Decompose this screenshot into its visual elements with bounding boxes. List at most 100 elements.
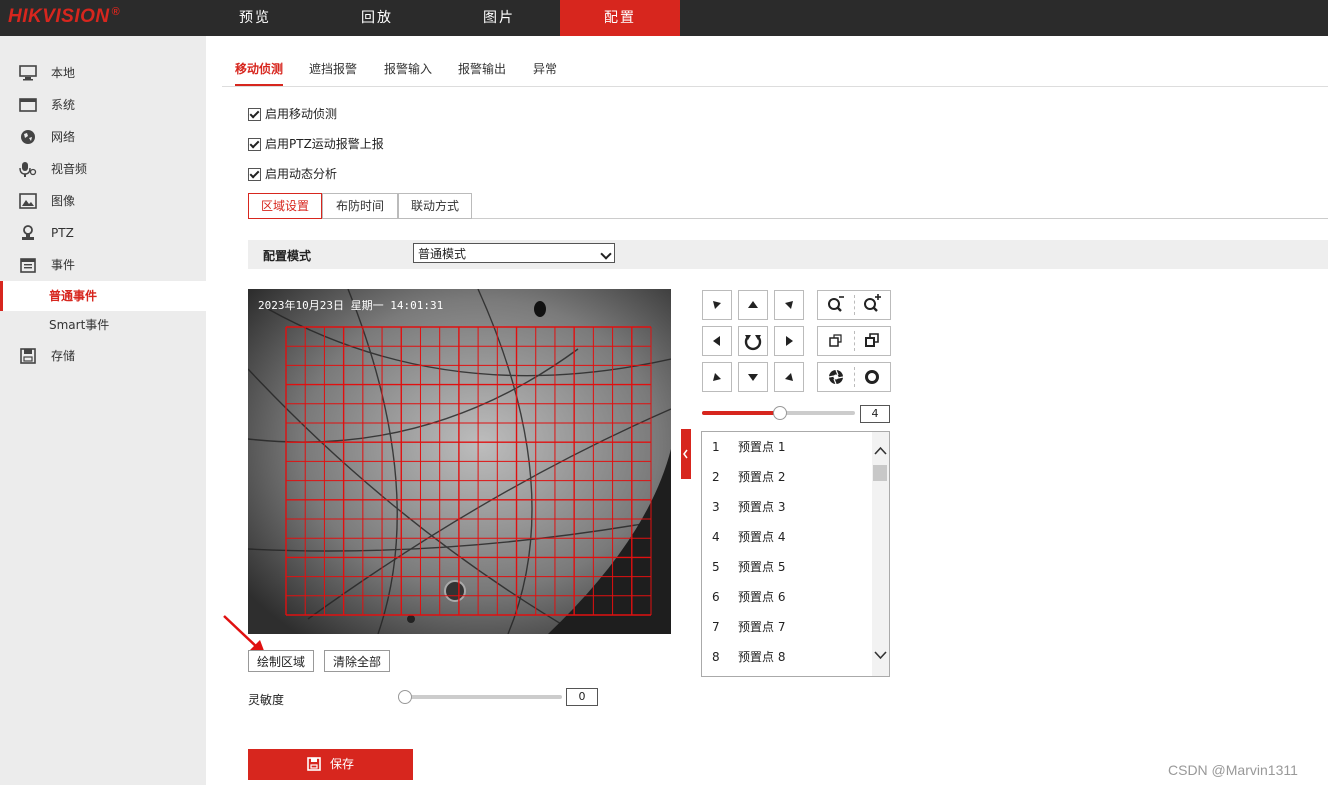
ptz-left-button[interactable] (702, 326, 732, 356)
sidebar: 本地 系统 网络 视音频 图像 PTZ 事件 普通事件 Smart事件 存储 (0, 36, 206, 785)
checkbox-box[interactable] (248, 168, 261, 181)
sidebar-item-system[interactable]: 系统 (0, 90, 206, 120)
list-item[interactable]: 8 预置点 8 (702, 642, 872, 672)
chevron-up-icon[interactable] (874, 446, 887, 456)
ptz-down-button[interactable] (738, 362, 768, 392)
zoom-in-icon[interactable] (854, 291, 890, 319)
sensitivity-value[interactable]: 0 (566, 688, 598, 706)
list-item[interactable]: 3 预置点 3 (702, 492, 872, 522)
arrow-left-icon (713, 336, 720, 346)
checkbox-label: 启用动态分析 (265, 167, 338, 181)
monitor-icon (19, 65, 37, 81)
motion-subtabs: 区域设置 布防时间 联动方式 (248, 193, 1328, 219)
save-button-label: 保存 (330, 757, 355, 771)
checkbox-label: 启用移动侦测 (265, 107, 338, 121)
checkbox-box[interactable] (248, 138, 261, 151)
config-mode-select[interactable]: 普通模式 (413, 243, 615, 263)
preset-list: 1 预置点 1 2 预置点 2 3 预置点 3 4 预置点 4 5 预置点 5 6 预置点 … (701, 431, 890, 677)
sidebar-item-ptz[interactable]: PTZ (0, 218, 206, 248)
clear-all-button[interactable]: 清除全部 (324, 650, 390, 672)
ptz-speed-slider-handle[interactable] (772, 406, 787, 420)
video-osd-timestamp: 2023年10月23日 星期一 14:01:31 (258, 299, 444, 312)
list-item[interactable]: 5 预置点 5 (702, 552, 872, 582)
save-button[interactable]: 保存 (248, 749, 413, 780)
arrow-down-left-icon (713, 373, 721, 381)
list-item[interactable]: 7 预置点 7 (702, 612, 872, 642)
iris-open-icon[interactable] (818, 363, 854, 391)
subtab-arming-schedule[interactable]: 布防时间 (322, 193, 398, 219)
ptz-speed-slider-fill (702, 411, 779, 415)
draw-area-button[interactable]: 绘制区域 (248, 650, 314, 672)
ptz-down-left-button[interactable] (702, 362, 732, 392)
scrollbar-thumb[interactable] (873, 465, 887, 481)
focus-near-icon[interactable] (818, 327, 854, 355)
sensitivity-slider-handle[interactable] (398, 690, 412, 704)
save-icon (307, 757, 321, 771)
window-icon (19, 98, 37, 112)
ptz-down-right-button[interactable] (774, 362, 804, 392)
subtab-area-settings[interactable]: 区域设置 (248, 193, 322, 219)
config-mode-label: 配置模式 (263, 249, 312, 263)
list-item[interactable]: 1 预置点 1 (702, 432, 872, 462)
tab-tamper-alarm[interactable]: 遮挡报警 (309, 56, 357, 86)
subtab-linkage-method[interactable]: 联动方式 (398, 193, 472, 219)
disk-icon (20, 348, 36, 364)
arrow-down-right-icon (785, 373, 793, 381)
ptz-up-right-button[interactable] (774, 290, 804, 320)
iris-group (817, 362, 891, 392)
video-preview[interactable]: 2023年10月23日 星期一 14:01:31 (248, 289, 671, 634)
tab-alarm-input[interactable]: 报警输入 (384, 56, 432, 86)
nav-picture[interactable]: 图片 (439, 0, 559, 36)
motion-detection-grid[interactable] (248, 289, 671, 634)
sidebar-item-local[interactable]: 本地 (0, 58, 206, 88)
list-item[interactable]: 6 预置点 6 (702, 582, 872, 612)
event-tabs: 移动侦测 遮挡报警 报警输入 报警输出 异常 (222, 56, 1328, 87)
ptz-auto-button[interactable] (738, 326, 768, 356)
sensitivity-label: 灵敏度 (248, 693, 285, 707)
list-item[interactable]: 2 预置点 2 (702, 462, 872, 492)
collapse-panel-button[interactable] (681, 429, 691, 479)
image-icon (19, 193, 37, 209)
ptz-speed-value[interactable]: 4 (860, 405, 890, 423)
tab-alarm-output[interactable]: 报警输出 (458, 56, 506, 86)
focus-far-icon[interactable] (854, 327, 890, 355)
watermark: CSDN @Marvin1311 (1168, 762, 1298, 778)
hikvision-logo: HIKVISION ® (8, 6, 121, 27)
nav-playback[interactable]: 回放 (317, 0, 437, 36)
calendar-icon (20, 258, 36, 273)
ptz-up-button[interactable] (738, 290, 768, 320)
arrow-up-icon (748, 301, 758, 308)
tab-exception[interactable]: 异常 (533, 56, 557, 86)
checkbox-label: 启用PTZ运动报警上报 (265, 137, 384, 151)
ptz-up-left-button[interactable] (702, 290, 732, 320)
sidebar-item-basic-event[interactable]: 普通事件 (0, 281, 206, 311)
focus-group (817, 326, 891, 356)
zoom-out-icon[interactable] (818, 291, 854, 319)
iris-close-icon[interactable] (854, 363, 890, 391)
rotate-icon (744, 335, 762, 351)
arrow-up-right-icon (785, 301, 793, 309)
chevron-down-icon (600, 248, 612, 260)
nav-configuration[interactable]: 配置 (560, 0, 680, 36)
globe-icon (21, 130, 35, 144)
preset-scrollbar[interactable] (872, 432, 889, 676)
arrow-down-icon (748, 374, 758, 381)
sidebar-item-audio-video[interactable]: 视音频 (0, 154, 206, 184)
sensitivity-slider[interactable] (405, 695, 562, 699)
ptz-right-button[interactable] (774, 326, 804, 356)
active-indicator (0, 281, 3, 311)
sidebar-item-image[interactable]: 图像 (0, 186, 206, 216)
sidebar-item-network[interactable]: 网络 (0, 122, 206, 152)
sidebar-item-storage[interactable]: 存储 (0, 341, 206, 371)
chevron-down-icon[interactable] (874, 650, 887, 660)
arrow-right-icon (786, 336, 793, 346)
nav-preview[interactable]: 预览 (195, 0, 315, 36)
ptz-icon (22, 225, 34, 240)
checkbox-box[interactable] (248, 108, 261, 121)
chevron-left-icon (683, 449, 688, 459)
tab-motion-detection[interactable]: 移动侦测 (235, 56, 284, 86)
sidebar-item-smart-event[interactable]: Smart事件 (0, 310, 206, 340)
sidebar-item-event[interactable]: 事件 (0, 250, 206, 280)
config-mode-row: 配置模式 普通模式 (248, 240, 1328, 269)
list-item[interactable]: 4 预置点 4 (702, 522, 872, 552)
